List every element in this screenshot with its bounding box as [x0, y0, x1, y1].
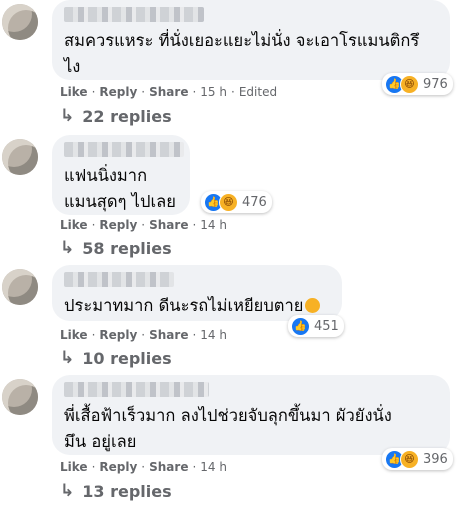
comment-text-content: ประมาทมาก ดีนะรถไม่เหยียบตาย — [64, 296, 304, 315]
like-button[interactable]: Like — [60, 328, 88, 342]
view-replies-link[interactable]: ↳ 58 replies — [60, 238, 172, 258]
timestamp[interactable]: 14 h — [200, 460, 227, 474]
like-icon: 👍 — [291, 316, 310, 336]
reply-button[interactable]: Reply — [99, 328, 137, 342]
comment-bubble: สมควรแหระ ที่นั่งเยอะแยะไม่นั่ง จะเอาโรแ… — [52, 0, 450, 80]
reaction-count: 476 — [242, 194, 267, 210]
share-button[interactable]: Share — [149, 85, 188, 99]
reaction-count: 451 — [314, 318, 339, 334]
replies-count: 10 replies — [82, 348, 172, 368]
comment-actions: Like · Reply · Share · 14 h — [60, 328, 227, 342]
reaction-count: 396 — [423, 451, 448, 467]
share-button[interactable]: Share — [149, 460, 188, 474]
comment-actions: Like · Reply · Share · 14 h — [60, 460, 227, 474]
share-button[interactable]: Share — [149, 328, 188, 342]
reaction-summary[interactable]: 👍 😆 976 — [382, 73, 453, 95]
reaction-summary[interactable]: 👍 😆 476 — [201, 191, 272, 213]
replies-count: 22 replies — [82, 106, 172, 126]
avatar[interactable] — [2, 139, 38, 175]
edited-label: Edited — [238, 85, 278, 99]
timestamp[interactable]: 14 h — [200, 218, 227, 232]
avatar[interactable] — [2, 4, 38, 40]
view-replies-link[interactable]: ↳ 22 replies — [60, 106, 172, 126]
view-replies-link[interactable]: ↳ 13 replies — [60, 481, 172, 501]
replies-count: 58 replies — [82, 238, 172, 258]
commenter-name-blurred[interactable] — [64, 382, 209, 397]
like-button[interactable]: Like — [60, 460, 88, 474]
commenter-name-blurred[interactable] — [64, 7, 204, 22]
reply-button[interactable]: Reply — [99, 460, 137, 474]
comment-bubble: ประมาทมาก ดีนะรถไม่เหยียบตาย — [52, 265, 342, 321]
reaction-summary[interactable]: 👍 451 — [288, 315, 344, 337]
timestamp[interactable]: 14 h — [200, 328, 227, 342]
view-replies-link[interactable]: ↳ 10 replies — [60, 348, 172, 368]
commenter-name-blurred[interactable] — [64, 272, 174, 287]
haha-icon: 😆 — [400, 74, 419, 94]
reply-button[interactable]: Reply — [99, 218, 137, 232]
haha-icon: 😆 — [219, 192, 238, 212]
comment-actions: Like · Reply · Share · 15 h · Edited — [60, 85, 278, 99]
commenter-name-blurred[interactable] — [64, 142, 184, 157]
sad-emoji-icon — [305, 298, 321, 313]
timestamp[interactable]: 15 h — [200, 85, 227, 99]
reply-arrow-icon: ↳ — [60, 348, 75, 368]
haha-icon: 😆 — [400, 449, 419, 469]
comment-text: สมควรแหระ ที่นั่งเยอะแยะไม่นั่ง จะเอาโรแ… — [64, 31, 420, 76]
comment-bubble: พี่เสื้อฟ้าเร็วมาก ลงไปช่วยจับลุกขึ้นมา … — [52, 375, 450, 455]
reply-arrow-icon: ↳ — [60, 106, 75, 126]
comment-actions: Like · Reply · Share · 14 h — [60, 218, 227, 232]
comment-text: พี่เสื้อฟ้าเร็วมาก ลงไปช่วยจับลุกขึ้นมา … — [64, 406, 392, 451]
like-button[interactable]: Like — [60, 218, 88, 232]
comment-bubble: แฟนนิ่งมาก แมนสุดๆ ไปเลย — [52, 135, 190, 215]
comment-text: ประมาทมาก ดีนะรถไม่เหยียบตาย — [64, 293, 330, 319]
reply-arrow-icon: ↳ — [60, 481, 75, 501]
avatar[interactable] — [2, 379, 38, 415]
reply-button[interactable]: Reply — [99, 85, 137, 99]
comment-text: แฟนนิ่งมาก แมนสุดๆ ไปเลย — [64, 166, 176, 211]
replies-count: 13 replies — [82, 481, 172, 501]
reply-arrow-icon: ↳ — [60, 238, 75, 258]
avatar[interactable] — [2, 269, 38, 305]
reaction-count: 976 — [423, 76, 448, 92]
share-button[interactable]: Share — [149, 218, 188, 232]
like-button[interactable]: Like — [60, 85, 88, 99]
reaction-summary[interactable]: 👍 😆 396 — [382, 448, 453, 470]
